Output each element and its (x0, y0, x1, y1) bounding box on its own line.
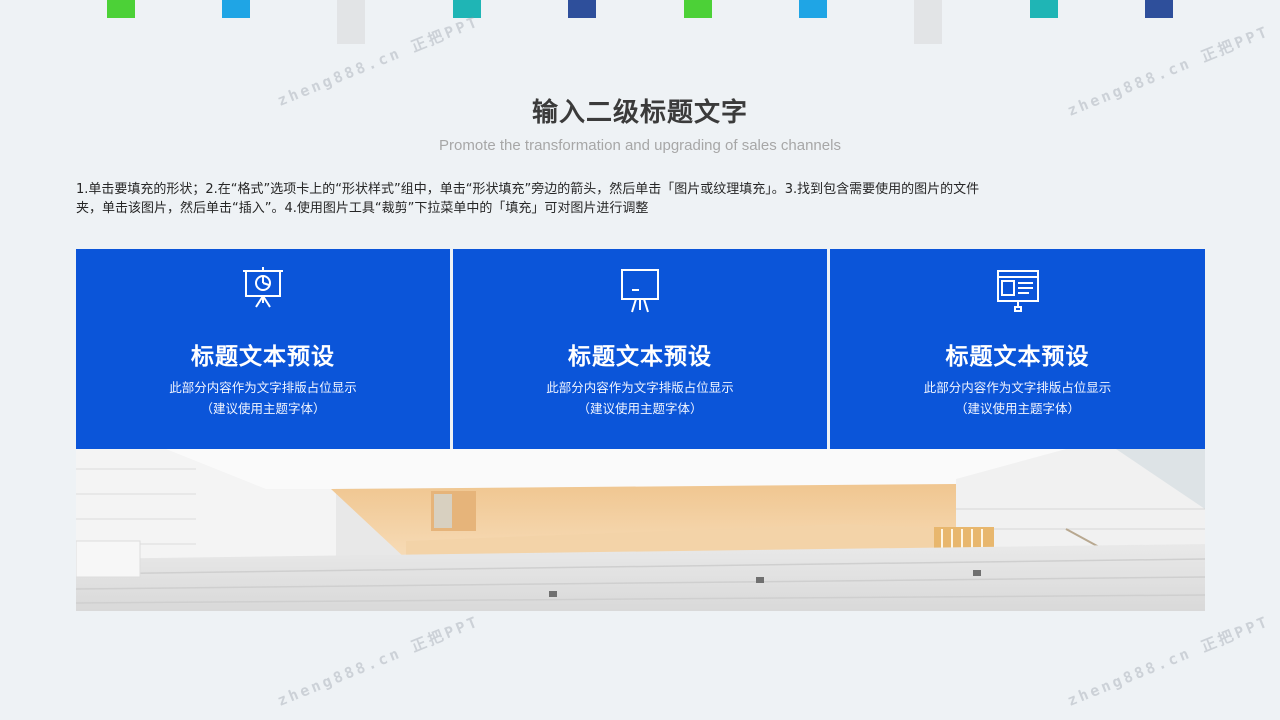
color-block (222, 0, 250, 18)
card-title: 标题文本预设 (945, 344, 1090, 370)
gray-block (337, 0, 365, 44)
watermark: zheng888.cn 正把PPT (1064, 612, 1273, 710)
card-text: （建议使用主题字体） (577, 401, 703, 416)
card-row: 标题文本预设 此部分内容作为文字排版占位显示 （建议使用主题字体） 标题文本预设… (76, 249, 1205, 449)
color-block (684, 0, 712, 18)
watermark: zheng888.cn 正把PPT (274, 612, 483, 710)
feature-card[interactable]: 标题文本预设 此部分内容作为文字排版占位显示 （建议使用主题字体） (76, 249, 450, 449)
page-subtitle: Promote the transformation and upgrading… (439, 137, 841, 154)
card-text: 此部分内容作为文字排版占位显示 (169, 380, 357, 395)
feature-card[interactable]: 标题文本预设 此部分内容作为文字排版占位显示 （建议使用主题字体） (830, 249, 1205, 449)
color-block (1145, 0, 1173, 18)
blackboard-icon (621, 269, 659, 313)
card-text: （建议使用主题字体） (954, 401, 1080, 416)
card-text: 此部分内容作为文字排版占位显示 (923, 380, 1112, 395)
card-text: （建议使用主题字体） (200, 401, 326, 416)
presentation-chart-icon (243, 267, 283, 308)
feature-card[interactable]: 标题文本预设 此部分内容作为文字排版占位显示 （建议使用主题字体） (453, 249, 827, 449)
gray-block (914, 0, 942, 44)
monitor-dashboard-icon (996, 270, 1039, 312)
color-block (568, 0, 596, 18)
top-color-blocks (0, 0, 1280, 50)
description-line: 夹，单击该图片，然后单击“插入”。4.使用图片工具“裁剪”下拉菜单中的「填充」可… (76, 201, 649, 216)
architecture-photo (76, 449, 1205, 611)
description-text: 1.单击要填充的形状；2.在“格式”选项卡上的“形状样式”组中，单击“形状填充”… (76, 180, 1156, 218)
card-text: 此部分内容作为文字排版占位显示 (546, 380, 734, 395)
description-line: 1.单击要填充的形状；2.在“格式”选项卡上的“形状样式”组中，单击“形状填充”… (76, 182, 980, 197)
color-block (799, 0, 827, 18)
color-block (107, 0, 135, 18)
card-title: 标题文本预设 (568, 344, 712, 370)
card-title: 标题文本预设 (191, 344, 335, 370)
color-block (1030, 0, 1058, 18)
